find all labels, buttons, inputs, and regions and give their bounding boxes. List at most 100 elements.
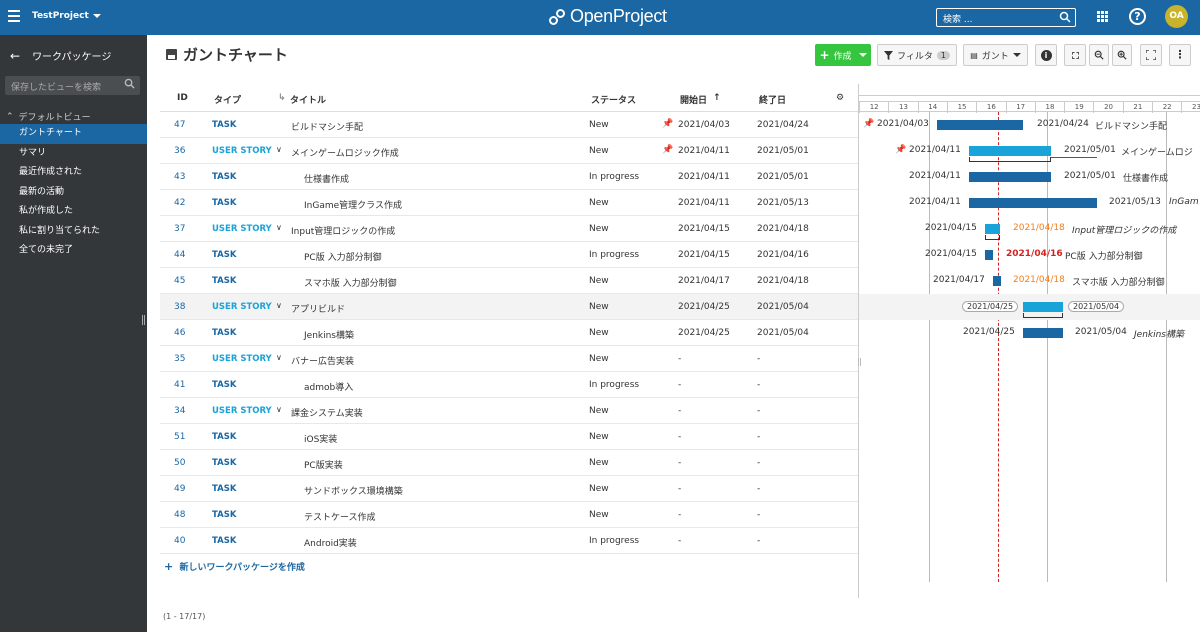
zoom-auto-button[interactable] [1064, 44, 1086, 66]
row-title[interactable]: メインゲームロジック作成 [291, 146, 399, 159]
table-row[interactable]: 49 TASK サンドボックス環境構築 New - - [160, 476, 858, 502]
table-row[interactable]: 51 TASK iOS実装 New - - [160, 424, 858, 450]
sidebar-item-created-by-me[interactable]: 私が作成した [0, 202, 147, 222]
table-row[interactable]: 36 USER STORY ∨ メインゲームロジック作成 New 📌 2021/04/11 2… [160, 138, 858, 164]
gantt-bar[interactable] [969, 198, 1097, 208]
column-settings-gear-icon[interactable]: ⚙ [836, 93, 844, 103]
row-start-date[interactable]: 2021/04/15 [678, 250, 730, 260]
sort-ascending-icon[interactable]: ↑ [713, 93, 721, 103]
col-header-end-date[interactable]: 終了日 [759, 93, 786, 106]
project-selector[interactable]: TestProject [32, 11, 101, 21]
row-end-date[interactable]: 2021/05/01 [757, 146, 809, 156]
gantt-bar[interactable] [985, 224, 1000, 234]
col-header-id[interactable]: ID [177, 93, 188, 103]
row-end-date[interactable]: - [757, 510, 760, 520]
gantt-bar[interactable] [985, 250, 993, 260]
filter-button[interactable]: フィルタ 1 [877, 44, 957, 66]
row-title[interactable]: InGame管理クラス作成 [304, 198, 402, 211]
row-id[interactable]: 51 [174, 432, 185, 442]
row-start-date[interactable]: 2021/04/11 [678, 172, 730, 182]
row-id[interactable]: 40 [174, 536, 185, 546]
row-end-date[interactable]: - [757, 536, 760, 546]
row-end-date[interactable]: 2021/05/04 [757, 302, 809, 312]
table-row[interactable]: 45 TASK スマホ版 入力部分制御 New 2021/04/17 2021/04/18 [160, 268, 858, 294]
saved-view-search-input[interactable]: 保存したビューを検索 [5, 76, 140, 95]
row-start-date[interactable]: 2021/04/25 [678, 302, 730, 312]
row-id[interactable]: 35 [174, 354, 185, 364]
gantt-bar[interactable] [969, 146, 1051, 156]
back-to-work-packages[interactable]: ← ワークパッケージ [10, 48, 111, 64]
row-end-date[interactable]: 2021/05/04 [757, 328, 809, 338]
table-row[interactable]: 38 USER STORY ∨ アプリビルド New 2021/04/25 2021/05/… [160, 294, 858, 320]
row-status[interactable]: New [589, 458, 609, 468]
row-status[interactable]: In progress [589, 250, 639, 260]
row-end-date[interactable]: 2021/04/16 [757, 250, 809, 260]
collapse-chevron-icon[interactable]: ∨ [276, 301, 282, 310]
details-view-button[interactable]: i [1035, 44, 1057, 66]
row-start-date[interactable]: 2021/04/17 [678, 276, 730, 286]
row-id[interactable]: 48 [174, 510, 185, 520]
gantt-bar[interactable] [969, 172, 1051, 182]
table-row[interactable]: 37 USER STORY ∨ Input管理ロジックの作成 New 2021/04/15… [160, 216, 858, 242]
row-end-date[interactable]: 2021/04/18 [757, 276, 809, 286]
row-status[interactable]: In progress [589, 536, 639, 546]
row-title[interactable]: Jenkins構築 [304, 328, 354, 341]
row-status[interactable]: New [589, 406, 609, 416]
sidebar-item-gantt[interactable]: ガントチャート [0, 124, 147, 144]
row-title[interactable]: アプリビルド [291, 302, 345, 315]
row-status[interactable]: New [589, 198, 609, 208]
create-button[interactable]: + 作成 [815, 44, 871, 66]
sidebar-item-recently-created[interactable]: 最近作成された [0, 163, 147, 183]
row-id[interactable]: 44 [174, 250, 185, 260]
row-status[interactable]: New [589, 146, 609, 156]
row-start-date[interactable]: 2021/04/03 [678, 120, 730, 130]
gantt-bar[interactable] [937, 120, 1023, 130]
row-start-date[interactable]: 2021/04/11 [678, 146, 730, 156]
row-id[interactable]: 36 [174, 146, 185, 156]
row-end-date[interactable]: 2021/05/01 [757, 172, 809, 182]
collapse-chevron-icon[interactable]: ∨ [276, 405, 282, 414]
sidebar-item-all-open[interactable]: 全ての未完了 [0, 241, 147, 261]
row-start-date[interactable]: - [678, 484, 681, 494]
table-row[interactable]: 48 TASK テストケース作成 New - - [160, 502, 858, 528]
row-id[interactable]: 42 [174, 198, 185, 208]
row-title[interactable]: スマホ版 入力部分制御 [304, 276, 397, 289]
row-id[interactable]: 50 [174, 458, 185, 468]
row-title[interactable]: テストケース作成 [304, 510, 376, 523]
avatar[interactable]: OA [1165, 5, 1188, 28]
table-row[interactable]: 47 TASK ビルドマシン手配 New 📌 2021/04/03 2021/04/24 [160, 112, 858, 138]
table-row[interactable]: 42 TASK InGame管理クラス作成 New 2021/04/11 2021/05/… [160, 190, 858, 216]
search-icon[interactable] [1059, 11, 1071, 23]
row-end-date[interactable]: - [757, 354, 760, 364]
hierarchy-icon[interactable]: ↳ [278, 93, 286, 103]
row-title[interactable]: サンドボックス環境構築 [304, 484, 403, 497]
row-title[interactable]: PC版実装 [304, 458, 343, 471]
row-end-date[interactable]: 2021/04/18 [757, 224, 809, 234]
create-new-work-package-link[interactable]: + 新しいワークパッケージを作成 [164, 560, 305, 573]
col-header-type[interactable]: タイプ [214, 93, 241, 106]
gantt-bar[interactable] [1023, 328, 1063, 338]
row-end-date[interactable]: - [757, 380, 760, 390]
more-settings-button[interactable]: ⋮ [1169, 44, 1191, 66]
row-title[interactable]: PC版 入力部分制御 [304, 250, 382, 263]
help-icon[interactable]: ? [1129, 8, 1146, 25]
collapse-chevron-icon[interactable]: ∨ [276, 145, 282, 154]
sidebar-item-summary[interactable]: サマリ [0, 144, 147, 164]
row-start-date[interactable]: - [678, 458, 681, 468]
global-search-input[interactable]: 検索 ... [936, 8, 1076, 27]
row-id[interactable]: 47 [174, 120, 185, 130]
collapse-chevron-icon[interactable]: ∨ [276, 223, 282, 232]
save-icon[interactable] [166, 49, 177, 60]
row-end-date[interactable]: - [757, 458, 760, 468]
row-start-date[interactable]: 2021/04/15 [678, 224, 730, 234]
table-row[interactable]: 34 USER STORY ∨ 課金システム実装 New - - [160, 398, 858, 424]
zoom-out-button[interactable] [1089, 44, 1109, 66]
row-title[interactable]: admob導入 [304, 380, 353, 393]
row-title[interactable]: iOS実装 [304, 432, 337, 445]
row-status[interactable]: New [589, 510, 609, 520]
table-row[interactable]: 43 TASK 仕様書作成 In progress 2021/04/11 2021/05/… [160, 164, 858, 190]
row-status[interactable]: New [589, 224, 609, 234]
row-end-date[interactable]: 2021/05/13 [757, 198, 809, 208]
row-title[interactable]: Android実装 [304, 536, 357, 549]
row-start-date[interactable]: - [678, 354, 681, 364]
